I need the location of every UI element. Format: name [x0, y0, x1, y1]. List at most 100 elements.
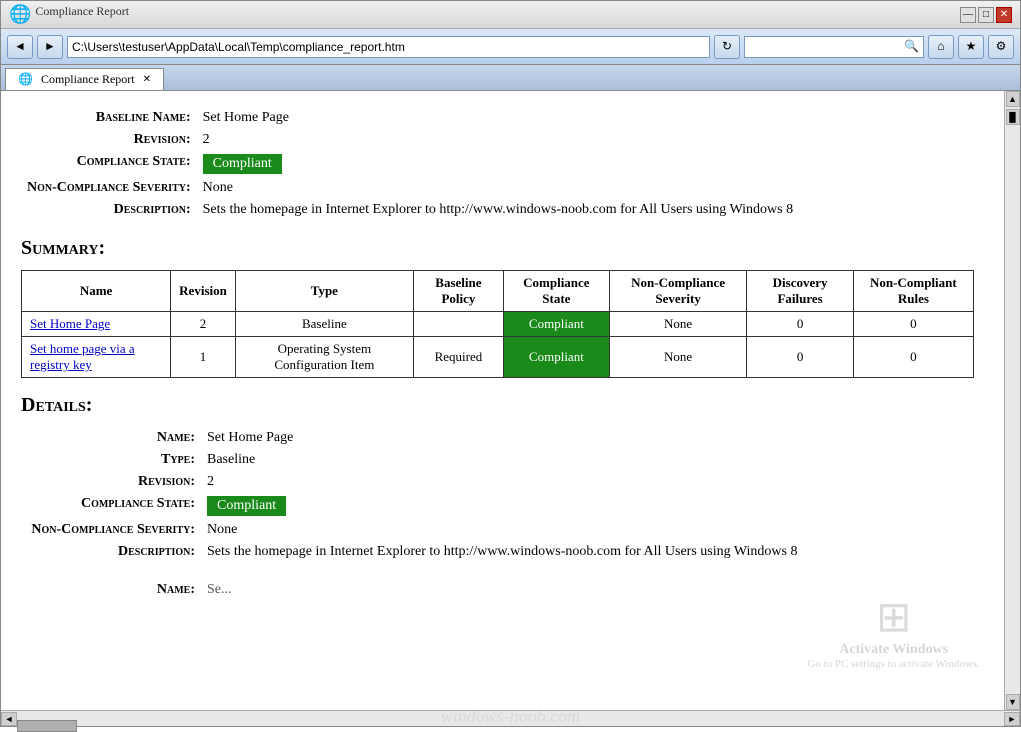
extra-name-row: Name: Se...: [21, 579, 974, 601]
scroll-left-button[interactable]: ◄: [1, 712, 17, 726]
back-button[interactable]: ◄: [7, 35, 33, 59]
summary-table: Name Revision Type Baseline Policy Compl…: [21, 270, 974, 378]
details-revision-value: 2: [201, 471, 974, 493]
tab-favicon: 🌐: [18, 72, 33, 87]
favorites-button[interactable]: ★: [958, 35, 984, 59]
row-discovery-failures: 0: [747, 312, 853, 337]
home-button[interactable]: ⌂: [928, 35, 954, 59]
details-name-row: Name: Set Home Page: [21, 427, 974, 449]
compliance-state-row: Compliance State: Compliant: [21, 151, 974, 177]
row-baseline-policy: [413, 312, 503, 337]
details-revision-label: Revision:: [21, 471, 201, 493]
ie-logo-icon: 🌐: [9, 4, 31, 25]
details-compliance-state-label: Compliance State:: [21, 493, 201, 519]
address-input[interactable]: [67, 36, 710, 58]
row-name-cell: Set Home Page: [22, 312, 171, 337]
content-area: Baseline Name: Set Home Page Revision: 2…: [1, 91, 1020, 710]
details-name-value: Set Home Page: [201, 427, 974, 449]
row-non-compliance-severity: None: [609, 337, 747, 378]
scroll-down-button[interactable]: ▼: [1006, 694, 1020, 710]
page-body: Baseline Name: Set Home Page Revision: 2…: [1, 91, 1004, 710]
browser-window: 🌐 Compliance Report — □ ✕ ◄ ► ↻ 🔍 ⌂ ★ ⚙ …: [0, 0, 1021, 727]
active-tab[interactable]: 🌐 Compliance Report ✕: [5, 68, 164, 90]
details-type-label: Type:: [21, 449, 201, 471]
row-compliance-state: Compliant: [503, 337, 609, 378]
search-bar[interactable]: 🔍: [744, 36, 924, 58]
compliant-badge: Compliant: [203, 154, 282, 174]
row-type: Baseline: [235, 312, 413, 337]
row-baseline-policy: Required: [413, 337, 503, 378]
non-compliance-severity-value: None: [197, 177, 974, 199]
revision-row: Revision: 2: [21, 129, 974, 151]
details-info-table: Name: Set Home Page Type: Baseline Revis…: [21, 427, 974, 563]
baseline-name-label: Baseline Name:: [21, 107, 197, 129]
row-non-compliant-rules: 0: [853, 312, 973, 337]
extra-row-table: Name: Se...: [21, 579, 974, 601]
close-button[interactable]: ✕: [996, 7, 1012, 23]
scroll-up-button[interactable]: ▲: [1006, 91, 1020, 107]
table-row: Set home page via a registry key1Operati…: [22, 337, 974, 378]
maximize-button[interactable]: □: [978, 7, 994, 23]
col-compliance-state: Compliance State: [503, 271, 609, 312]
tab-close-button[interactable]: ✕: [143, 74, 151, 85]
details-non-compliance-severity-row: Non-Compliance Severity: None: [21, 519, 974, 541]
scroll-right-button[interactable]: ►: [1004, 712, 1020, 726]
minimize-button[interactable]: —: [960, 7, 976, 23]
row-name-cell: Set home page via a registry key: [22, 337, 171, 378]
details-revision-row: Revision: 2: [21, 471, 974, 493]
details-type-value: Baseline: [201, 449, 974, 471]
forward-button[interactable]: ►: [37, 35, 63, 59]
details-compliance-state-value: Compliant: [201, 493, 974, 519]
h-scroll-thumb[interactable]: [17, 720, 77, 732]
tools-button[interactable]: ⚙: [988, 35, 1014, 59]
description-row: Description: Sets the homepage in Intern…: [21, 199, 974, 221]
row-revision: 2: [171, 312, 236, 337]
address-bar-container: ↻: [67, 35, 740, 59]
description-label: Description:: [21, 199, 197, 221]
compliance-state-value: Compliant: [197, 151, 974, 177]
title-bar-left: 🌐 Compliance Report: [9, 4, 129, 25]
details-compliant-badge: Compliant: [207, 496, 286, 516]
title-bar: 🌐 Compliance Report — □ ✕: [1, 1, 1020, 29]
col-non-compliant-rules: Non-Compliant Rules: [853, 271, 973, 312]
tab-bar: 🌐 Compliance Report ✕: [1, 65, 1020, 91]
table-row: Set Home Page2BaselineCompliantNone00: [22, 312, 974, 337]
details-description-label: Description:: [21, 541, 201, 563]
row-non-compliant-rules: 0: [853, 337, 973, 378]
nav-bar: ◄ ► ↻ 🔍 ⌂ ★ ⚙: [1, 29, 1020, 65]
compliance-state-label: Compliance State:: [21, 151, 197, 177]
details-non-compliance-severity-value: None: [201, 519, 974, 541]
col-type: Type: [235, 271, 413, 312]
window-controls: — □ ✕: [960, 7, 1012, 23]
baseline-name-row: Baseline Name: Set Home Page: [21, 107, 974, 129]
description-value: Sets the homepage in Internet Explorer t…: [197, 199, 974, 221]
refresh-button[interactable]: ↻: [714, 35, 740, 59]
row-name-link[interactable]: Set Home Page: [30, 316, 110, 331]
details-description-value: Sets the homepage in Internet Explorer t…: [201, 541, 974, 563]
scroll-thumb[interactable]: █: [1006, 109, 1020, 125]
table-header-row: Name Revision Type Baseline Policy Compl…: [22, 271, 974, 312]
col-discovery-failures: Discovery Failures: [747, 271, 853, 312]
details-non-compliance-severity-label: Non-Compliance Severity:: [21, 519, 201, 541]
summary-heading: Summary:: [21, 237, 974, 260]
baseline-name-value: Set Home Page: [197, 107, 974, 129]
revision-label: Revision:: [21, 129, 197, 151]
row-name-link[interactable]: Set home page via a registry key: [30, 341, 135, 372]
horizontal-scrollbar[interactable]: ◄ windows-noob.com ►: [1, 710, 1020, 726]
revision-value: 2: [197, 129, 974, 151]
row-non-compliance-severity: None: [609, 312, 747, 337]
col-name: Name: [22, 271, 171, 312]
details-heading: Details:: [21, 394, 974, 417]
non-compliance-severity-label: Non-Compliance Severity:: [21, 177, 197, 199]
search-icon: 🔍: [904, 39, 919, 54]
col-non-compliance-severity: Non-Compliance Severity: [609, 271, 747, 312]
baseline-info-table: Baseline Name: Set Home Page Revision: 2…: [21, 107, 974, 221]
tab-label: Compliance Report: [41, 72, 135, 87]
summary-table-container: Name Revision Type Baseline Policy Compl…: [21, 270, 974, 378]
col-revision: Revision: [171, 271, 236, 312]
details-compliance-state-row: Compliance State: Compliant: [21, 493, 974, 519]
details-name-label: Name:: [21, 427, 201, 449]
scrollbar[interactable]: ▲ █ ▼: [1004, 91, 1020, 710]
search-input[interactable]: [749, 40, 904, 54]
extra-name-label: Name:: [21, 579, 201, 601]
